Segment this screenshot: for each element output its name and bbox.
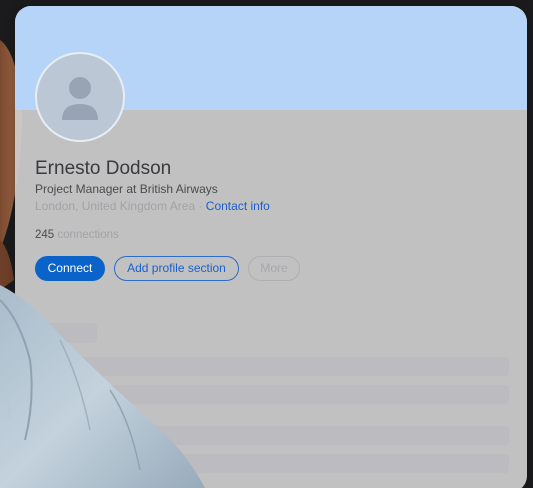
profile-headline: Project Manager at British Airways [35, 182, 218, 196]
connections-count: 245 [35, 229, 55, 241]
contact-info-link[interactable]: Contact info [206, 199, 270, 213]
location-separator: · [195, 199, 206, 213]
skeleton-line [35, 426, 509, 445]
profile-location: London, United Kingdom Area [35, 199, 196, 213]
more-button[interactable]: More [248, 256, 300, 281]
skeleton-line [35, 454, 509, 473]
profile-name: Ernesto Dodson [35, 158, 172, 179]
skeleton-section-title [35, 323, 97, 343]
stage: Ernesto Dodson Project Manager at Britis… [0, 0, 533, 488]
connect-button[interactable]: Connect [35, 256, 105, 281]
person-silhouette-icon [62, 77, 98, 120]
profile-card: Ernesto Dodson Project Manager at Britis… [15, 6, 527, 488]
profile-avatar[interactable] [35, 52, 125, 142]
skeleton-line [35, 357, 509, 376]
skeleton-line [35, 385, 509, 404]
connections-row[interactable]: 245 connections [35, 229, 119, 241]
connections-label: connections [54, 229, 119, 241]
location-row: London, United Kingdom Area · Contact in… [35, 199, 270, 213]
add-profile-section-button[interactable]: Add profile section [114, 256, 239, 281]
